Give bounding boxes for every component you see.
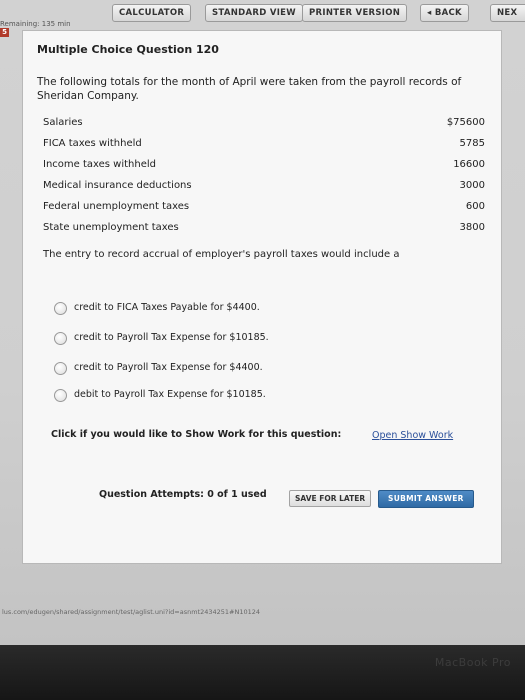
radio-button-icon[interactable] (54, 362, 67, 375)
bezel-brand-text: MacBook Pro (434, 656, 511, 669)
payroll-row-label: Income taxes withheld (43, 159, 157, 170)
show-work-prompt: Click if you would like to Show Work for… (51, 429, 342, 440)
payroll-row-label: Medical insurance deductions (43, 180, 192, 191)
next-button[interactable]: NEX (490, 4, 525, 22)
payroll-row-value: 3000 (459, 180, 485, 191)
standard-view-button[interactable]: STANDARD VIEW (205, 4, 303, 22)
status-bar-url: lus.com/edugen/shared/assignment/test/ag… (2, 608, 261, 616)
answer-option-label: credit to Payroll Tax Expense for $10185… (74, 332, 269, 343)
answer-option-label: debit to Payroll Tax Expense for $10185. (74, 389, 266, 400)
payroll-row-label: State unemployment taxes (43, 222, 179, 233)
question-attempts: Question Attempts: 0 of 1 used (99, 489, 267, 500)
printer-version-button[interactable]: PRINTER VERSION (302, 4, 408, 22)
answer-option-label: credit to FICA Taxes Payable for $4400. (74, 302, 260, 313)
payroll-row-value: 600 (465, 201, 485, 212)
radio-button-icon[interactable] (54, 332, 67, 345)
radio-button-icon[interactable] (54, 389, 67, 402)
calculator-button[interactable]: CALCULATOR (112, 4, 192, 22)
payroll-row-label: Federal unemployment taxes (43, 201, 190, 212)
assignment-toolbar: CALCULATOR STANDARD VIEW PRINTER VERSION… (0, 0, 525, 26)
open-show-work-link[interactable]: Open Show Work (372, 430, 453, 441)
payroll-row: Salaries $75600 (43, 117, 485, 133)
answer-option-label: credit to Payroll Tax Expense for $4400. (74, 362, 263, 373)
payroll-row: FICA taxes withheld 5785 (43, 138, 485, 154)
left-arrow-icon: ◂ (427, 8, 432, 18)
question-title: Multiple Choice Question 120 (37, 43, 219, 56)
payroll-row-value: $75600 (446, 117, 485, 128)
question-panel: Multiple Choice Question 120 The followi… (22, 30, 502, 564)
payroll-row: Income taxes withheld 16600 (43, 159, 485, 175)
payroll-row: Medical insurance deductions 3000 (43, 180, 485, 196)
time-remaining: Remaining: 135 min (0, 20, 71, 28)
question-intro: The following totals for the month of Ap… (37, 76, 462, 102)
question-prompt: The entry to record accrual of employer'… (43, 249, 400, 260)
save-for-later-button[interactable]: SAVE FOR LATER (289, 490, 372, 507)
laptop-bezel (0, 645, 525, 700)
payroll-row-value: 16600 (453, 159, 485, 170)
payroll-row: Federal unemployment taxes 600 (43, 201, 485, 217)
payroll-row-value: 5785 (459, 138, 485, 149)
browser-screen: CALCULATOR STANDARD VIEW PRINTER VERSION… (0, 0, 525, 645)
payroll-row: State unemployment taxes 3800 (43, 222, 485, 238)
payroll-row-label: Salaries (43, 117, 83, 128)
payroll-row-label: FICA taxes withheld (43, 138, 142, 149)
question-number-badge: 5 (0, 28, 9, 37)
submit-answer-button[interactable]: SUBMIT ANSWER (378, 490, 474, 508)
radio-button-icon[interactable] (54, 302, 67, 315)
back-button[interactable]: ◂ BACK (420, 4, 469, 22)
payroll-row-value: 3800 (459, 222, 485, 233)
back-button-label: BACK (434, 8, 462, 18)
